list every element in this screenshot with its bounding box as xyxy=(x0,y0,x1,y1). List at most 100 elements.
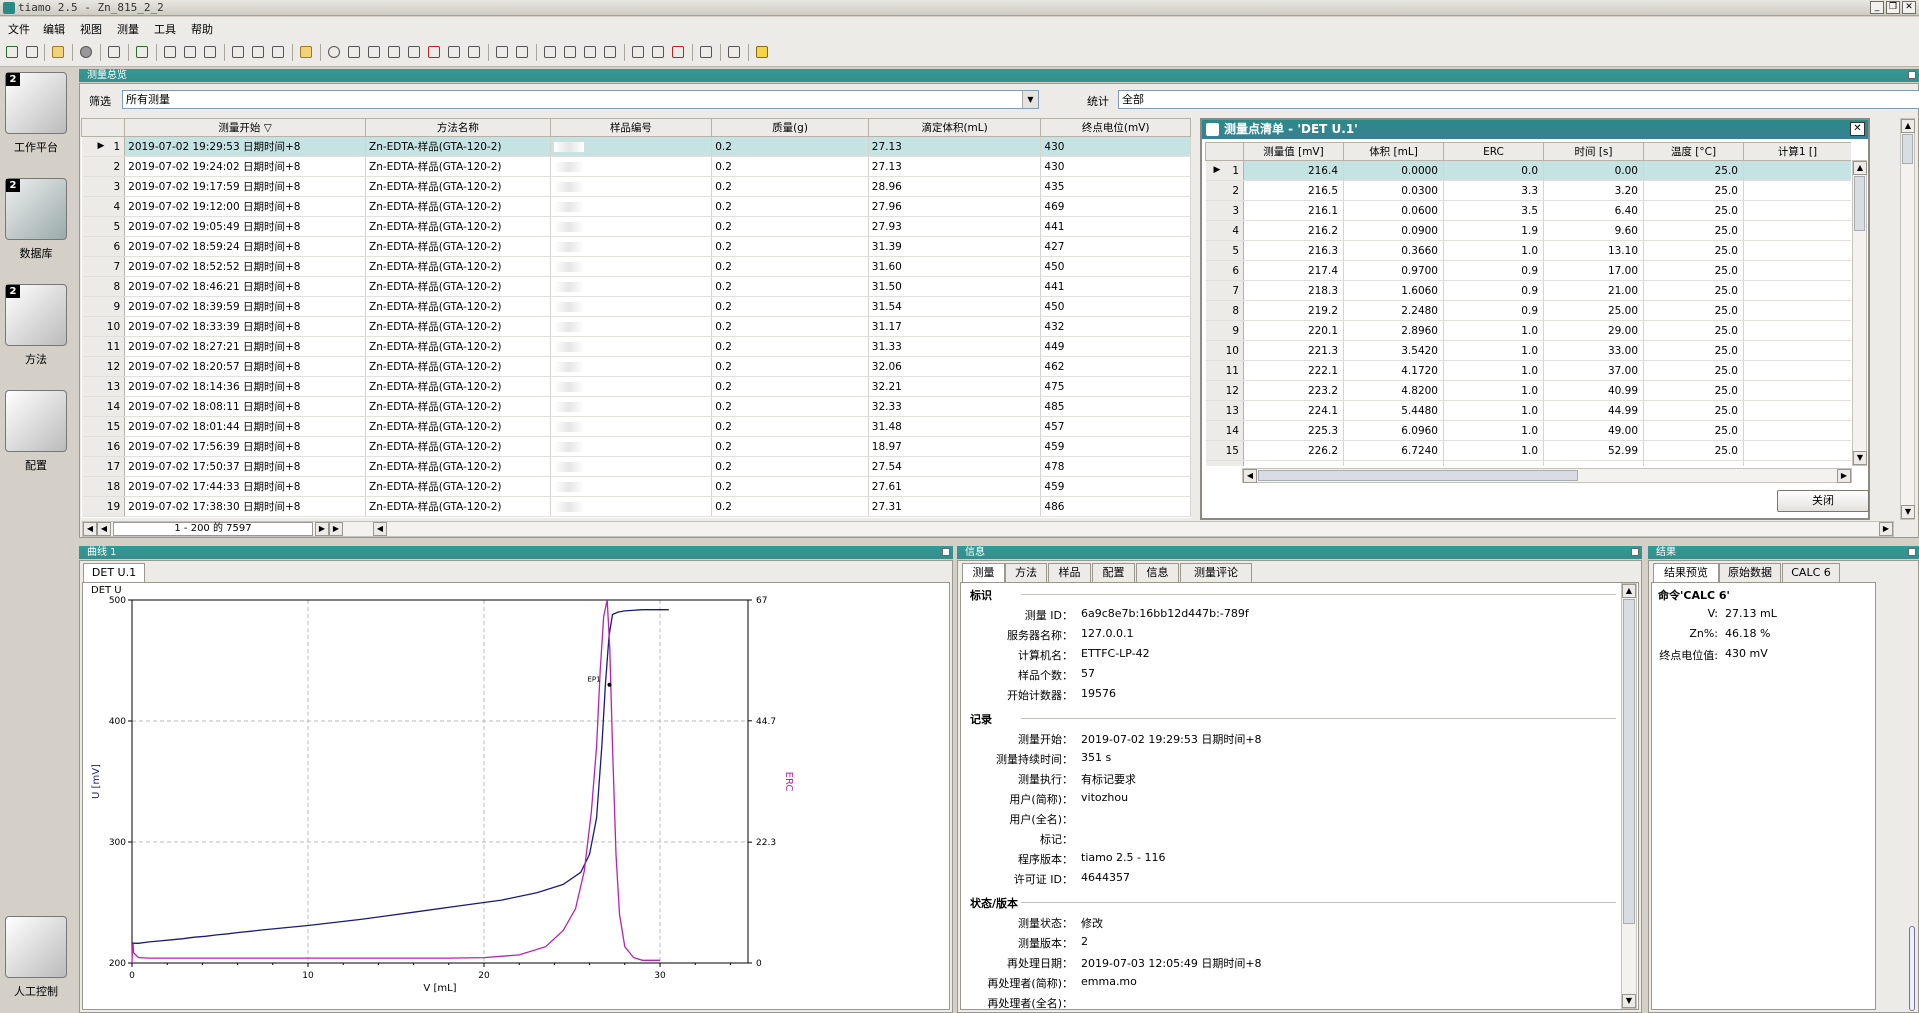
table-row[interactable]: 9 2019-07-02 18:39:59 日期时间+8 Zn-EDTA-样品(GT… xyxy=(81,296,1191,317)
last-page-icon[interactable]: ▶ xyxy=(329,522,343,536)
previous-page-icon[interactable]: ◀ xyxy=(97,522,111,536)
maximize-panel-icon[interactable] xyxy=(1908,548,1916,556)
export-icon[interactable] xyxy=(24,44,40,60)
table-row[interactable]: 19 2019-07-02 17:38:30 日期时间+8 Zn-EDTA-样品(G… xyxy=(81,496,1191,517)
scroll-right-icon[interactable]: ▶ xyxy=(1837,469,1851,483)
scroll-down-icon[interactable]: ▼ xyxy=(1901,505,1915,519)
scroll-up-icon[interactable]: ▲ xyxy=(1853,161,1867,175)
nav-manual-control[interactable]: 人工控制 xyxy=(5,916,71,999)
menu-view[interactable]: 视图 xyxy=(80,21,102,37)
edit-icon[interactable] xyxy=(726,44,742,60)
statistics-icon[interactable] xyxy=(406,44,422,60)
tab-configuration[interactable]: 配置 xyxy=(1092,563,1135,582)
table-row[interactable]: 3 216.1 0.0600 3.5 6.40 25.0 xyxy=(1205,200,1851,221)
table-row[interactable]: 7 2019-07-02 18:52:52 日期时间+8 Zn-EDTA-样品(GT… xyxy=(81,256,1191,277)
table-row[interactable]: 4 216.2 0.0900 1.9 9.60 25.0 xyxy=(1205,220,1851,241)
document-icon[interactable] xyxy=(446,44,462,60)
statistics-select[interactable]: 全部 ▼ xyxy=(1118,90,1919,109)
delete-filter-icon[interactable] xyxy=(426,44,442,60)
filter-3-icon[interactable] xyxy=(386,44,402,60)
trash-icon[interactable] xyxy=(698,44,714,60)
open-folder-icon[interactable] xyxy=(298,44,314,60)
nav-method[interactable]: 2 方法 xyxy=(5,284,71,367)
table-row[interactable]: 8 219.2 2.2480 0.9 25.00 25.0 xyxy=(1205,300,1851,321)
report-2-icon[interactable] xyxy=(562,44,578,60)
maximize-panel-icon[interactable] xyxy=(942,548,950,556)
scroll-down-icon[interactable]: ▼ xyxy=(1622,994,1636,1008)
nav-configuration[interactable]: 配置 xyxy=(5,390,71,473)
curve-overlay-icon[interactable] xyxy=(650,44,666,60)
column-header[interactable]: 方法名称 xyxy=(365,118,551,137)
table-row[interactable]: 3 2019-07-02 19:17:59 日期时间+8 Zn-EDTA-样品(GT… xyxy=(81,176,1191,197)
table-row[interactable]: 12 2019-07-02 18:20:57 日期时间+8 Zn-EDTA-样品(G… xyxy=(81,356,1191,377)
column-header[interactable]: 滴定体积(mL) xyxy=(867,118,1042,137)
tab-measurement[interactable]: 测量 xyxy=(962,563,1005,584)
column-header[interactable]: 温度 [°C] xyxy=(1643,142,1744,161)
scroll-thumb[interactable] xyxy=(1854,176,1865,231)
scroll-thumb[interactable] xyxy=(1623,599,1635,924)
restore-button[interactable]: ❐ xyxy=(1886,1,1900,14)
lock-icon[interactable] xyxy=(582,44,598,60)
nav-database[interactable]: 2 数据库 xyxy=(5,178,71,261)
table-row[interactable]: ▶ 1 2019-07-02 19:29:53 日期时间+8 Zn-EDTA-样品(G… xyxy=(81,136,1191,157)
column-header[interactable]: 体积 [mL] xyxy=(1343,142,1444,161)
table-row[interactable]: 8 2019-07-02 18:46:21 日期时间+8 Zn-EDTA-样品(GT… xyxy=(81,276,1191,297)
print-preview-icon[interactable] xyxy=(514,44,530,60)
menu-file[interactable]: 文件 xyxy=(8,21,30,37)
scroll-left-icon[interactable]: ◀ xyxy=(373,522,387,536)
curve-icon[interactable] xyxy=(630,44,646,60)
table-row[interactable]: 10 2019-07-02 18:33:39 日期时间+8 Zn-EDTA-样品(G… xyxy=(81,316,1191,337)
search-icon[interactable] xyxy=(326,44,342,60)
tab-raw-data[interactable]: 原始数据 xyxy=(1719,563,1781,582)
table-row[interactable]: 14 2019-07-02 18:08:11 日期时间+8 Zn-EDTA-样品(G… xyxy=(81,396,1191,417)
table-row[interactable]: ▶ 1 216.4 0.0000 0.0 0.00 25.0 xyxy=(1205,160,1851,181)
column-header[interactable]: 样品编号 xyxy=(549,118,713,137)
scroll-thumb[interactable] xyxy=(1902,134,1913,164)
table-row[interactable]: 14 225.3 6.0960 1.0 49.00 25.0 xyxy=(1205,420,1851,441)
table-row[interactable]: 16 2019-07-02 17:56:39 日期时间+8 Zn-EDTA-样品(G… xyxy=(81,436,1191,457)
column-header[interactable]: 测量开始 ▽ xyxy=(124,118,366,137)
tab-calc6[interactable]: CALC 6 xyxy=(1782,563,1840,582)
column-header[interactable]: 质量(g) xyxy=(711,118,869,137)
table-row[interactable]: 15 2019-07-02 18:01:44 日期时间+8 Zn-EDTA-样品(G… xyxy=(81,416,1191,437)
table-row[interactable]: 13 224.1 5.4480 1.0 44.99 25.0 xyxy=(1205,400,1851,421)
table-row[interactable]: 7 218.3 1.6060 0.9 21.00 25.0 xyxy=(1205,280,1851,301)
menu-tools[interactable]: 工具 xyxy=(154,21,176,37)
filter-2-icon[interactable] xyxy=(366,44,382,60)
rows-icon[interactable] xyxy=(250,44,266,60)
nav-workplace[interactable]: 2 工作平台 xyxy=(5,72,71,155)
grid-icon[interactable] xyxy=(270,44,286,60)
overview-vscrollbar[interactable]: ▲ ▼ xyxy=(1900,118,1915,520)
user-icon[interactable] xyxy=(78,44,94,60)
scroll-left-icon[interactable]: ◀ xyxy=(1243,469,1257,483)
table-row[interactable]: 4 2019-07-02 19:12:00 日期时间+8 Zn-EDTA-样品(GT… xyxy=(81,196,1191,217)
first-page-icon[interactable]: ◀ xyxy=(83,522,97,536)
table-view-2-icon[interactable] xyxy=(182,44,198,60)
scroll-right-icon[interactable]: ▶ xyxy=(1879,522,1893,536)
column-header[interactable]: 测量值 [mV] xyxy=(1243,142,1344,161)
menu-help[interactable]: 帮助 xyxy=(191,21,213,37)
tab-measurement-comments[interactable]: 测量评论 xyxy=(1180,563,1252,582)
columns-icon[interactable] xyxy=(230,44,246,60)
table-view-icon[interactable] xyxy=(162,44,178,60)
close-window-button[interactable]: ✕ xyxy=(1902,1,1916,14)
close-button[interactable]: 关闭 xyxy=(1777,490,1869,512)
table-row[interactable]: 2 216.5 0.0300 3.3 3.20 25.0 xyxy=(1205,180,1851,201)
signature-icon[interactable] xyxy=(602,44,618,60)
minimize-button[interactable]: _ xyxy=(1870,1,1884,14)
table-row[interactable]: 10 221.3 3.5420 1.0 33.00 25.0 xyxy=(1205,340,1851,361)
table-row[interactable]: 15 226.2 6.7240 1.0 52.99 25.0 xyxy=(1205,440,1851,461)
table-row[interactable]: 13 2019-07-02 18:14:36 日期时间+8 Zn-EDTA-样品(G… xyxy=(81,376,1191,397)
close-icon[interactable]: ✕ xyxy=(1850,122,1865,136)
table-row[interactable]: 9 220.1 2.8960 1.0 29.00 25.0 xyxy=(1205,320,1851,341)
table-row[interactable]: 2 2019-07-02 19:24:02 日期时间+8 Zn-EDTA-样品(GT… xyxy=(81,156,1191,177)
help-icon[interactable] xyxy=(754,44,770,60)
folder-icon[interactable] xyxy=(50,44,66,60)
column-header[interactable]: 终点电位(mV) xyxy=(1040,118,1191,137)
document-2-icon[interactable] xyxy=(466,44,482,60)
point-list-vscrollbar[interactable]: ▲ ▼ xyxy=(1852,160,1867,466)
open-icon[interactable] xyxy=(4,44,20,60)
table-row[interactable]: 18 2019-07-02 17:44:33 日期时间+8 Zn-EDTA-样品(G… xyxy=(81,476,1191,497)
table-row[interactable]: 11 2019-07-02 18:27:21 日期时间+8 Zn-EDTA-样品(G… xyxy=(81,336,1191,357)
maximize-panel-icon[interactable] xyxy=(1908,71,1916,79)
